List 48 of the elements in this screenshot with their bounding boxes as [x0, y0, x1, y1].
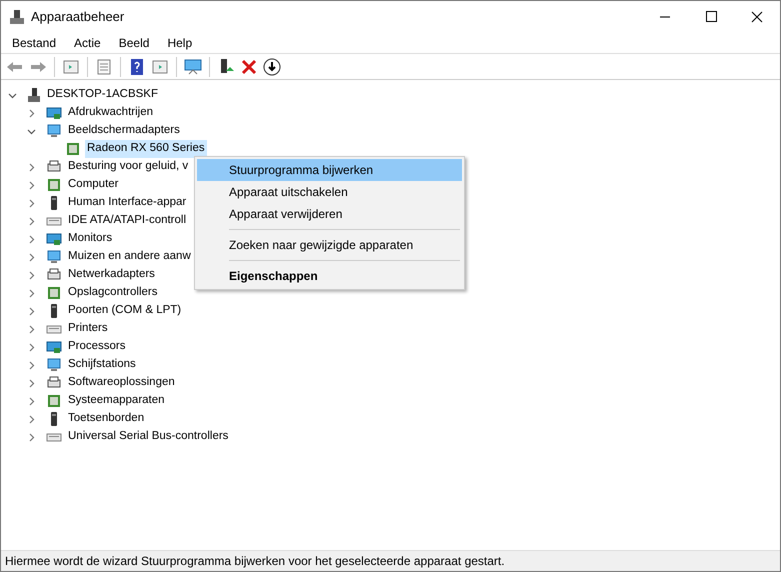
- chevron-down-icon[interactable]: [27, 126, 36, 136]
- tree-item[interactable]: Processors: [66, 338, 128, 356]
- device-icon: [46, 123, 62, 139]
- context-menu-item[interactable]: Zoeken naar gewijzigde apparaten: [197, 234, 462, 256]
- chevron-down-icon[interactable]: [8, 90, 17, 100]
- context-menu-item[interactable]: Apparaat verwijderen: [197, 203, 462, 225]
- tree-item[interactable]: Opslagcontrollers: [66, 284, 160, 302]
- device-icon: [46, 393, 62, 409]
- tree-item[interactable]: Besturing voor geluid, v: [66, 158, 190, 176]
- tree-item[interactable]: Poorten (COM & LPT): [66, 302, 184, 320]
- monitor-icon[interactable]: [183, 56, 203, 76]
- menu-item[interactable]: Actie: [67, 34, 108, 52]
- computer-icon: [27, 87, 41, 103]
- device-icon: [46, 231, 62, 247]
- menu-item[interactable]: Beeld: [112, 34, 156, 52]
- tree-item[interactable]: Human Interface-appar: [66, 194, 188, 212]
- tree-item[interactable]: Systeemapparaten: [66, 392, 167, 410]
- tree-item[interactable]: Afdrukwachtrijen: [66, 104, 156, 122]
- context-menu-item[interactable]: Eigenschappen: [197, 265, 462, 287]
- device-icon: [65, 141, 81, 157]
- device-icon: [46, 339, 62, 355]
- tree-item[interactable]: IDE ATA/ATAPI-controll: [66, 212, 188, 230]
- device-icon: [46, 177, 62, 193]
- context-menu-item[interactable]: Apparaat uitschakelen: [197, 181, 462, 203]
- tree-item[interactable]: Muizen en andere aanw: [66, 248, 193, 266]
- tree-item[interactable]: Softwareoplossingen: [66, 374, 177, 392]
- download-icon[interactable]: [262, 56, 282, 76]
- tree-item[interactable]: Monitors: [66, 230, 114, 248]
- tree-item[interactable]: Universal Serial Bus-controllers: [66, 428, 230, 446]
- tree-item[interactable]: Printers: [66, 320, 110, 338]
- tree-item[interactable]: Radeon RX 560 Series: [85, 140, 207, 158]
- tree-item[interactable]: Computer: [66, 176, 120, 194]
- app-icon: [9, 8, 25, 24]
- tree-item[interactable]: Netwerkadapters: [66, 266, 157, 284]
- menu-item[interactable]: Help: [160, 34, 200, 52]
- device-icon: [46, 249, 62, 265]
- tree-item[interactable]: Schijfstations: [66, 356, 138, 374]
- context-menu-item[interactable]: Stuurprogramma bijwerken: [197, 159, 462, 181]
- menu-item[interactable]: Bestand: [5, 34, 64, 52]
- device-icon: [46, 285, 62, 301]
- tree-item[interactable]: Beeldschermadapters: [66, 122, 182, 140]
- window-title: Apparaatbeheer: [31, 8, 124, 26]
- device-icon: [46, 105, 62, 121]
- tree-item[interactable]: Toetsenborden: [66, 410, 146, 428]
- chevron-right-icon[interactable]: [27, 108, 36, 118]
- tree-item[interactable]: DESKTOP-1ACBSKF: [45, 86, 160, 104]
- status-text: Hiermee wordt de wizard Stuurprogramma bijwerken voor het geselecteerde apparaat gestart.: [5, 553, 505, 570]
- device-icon: [46, 357, 62, 373]
